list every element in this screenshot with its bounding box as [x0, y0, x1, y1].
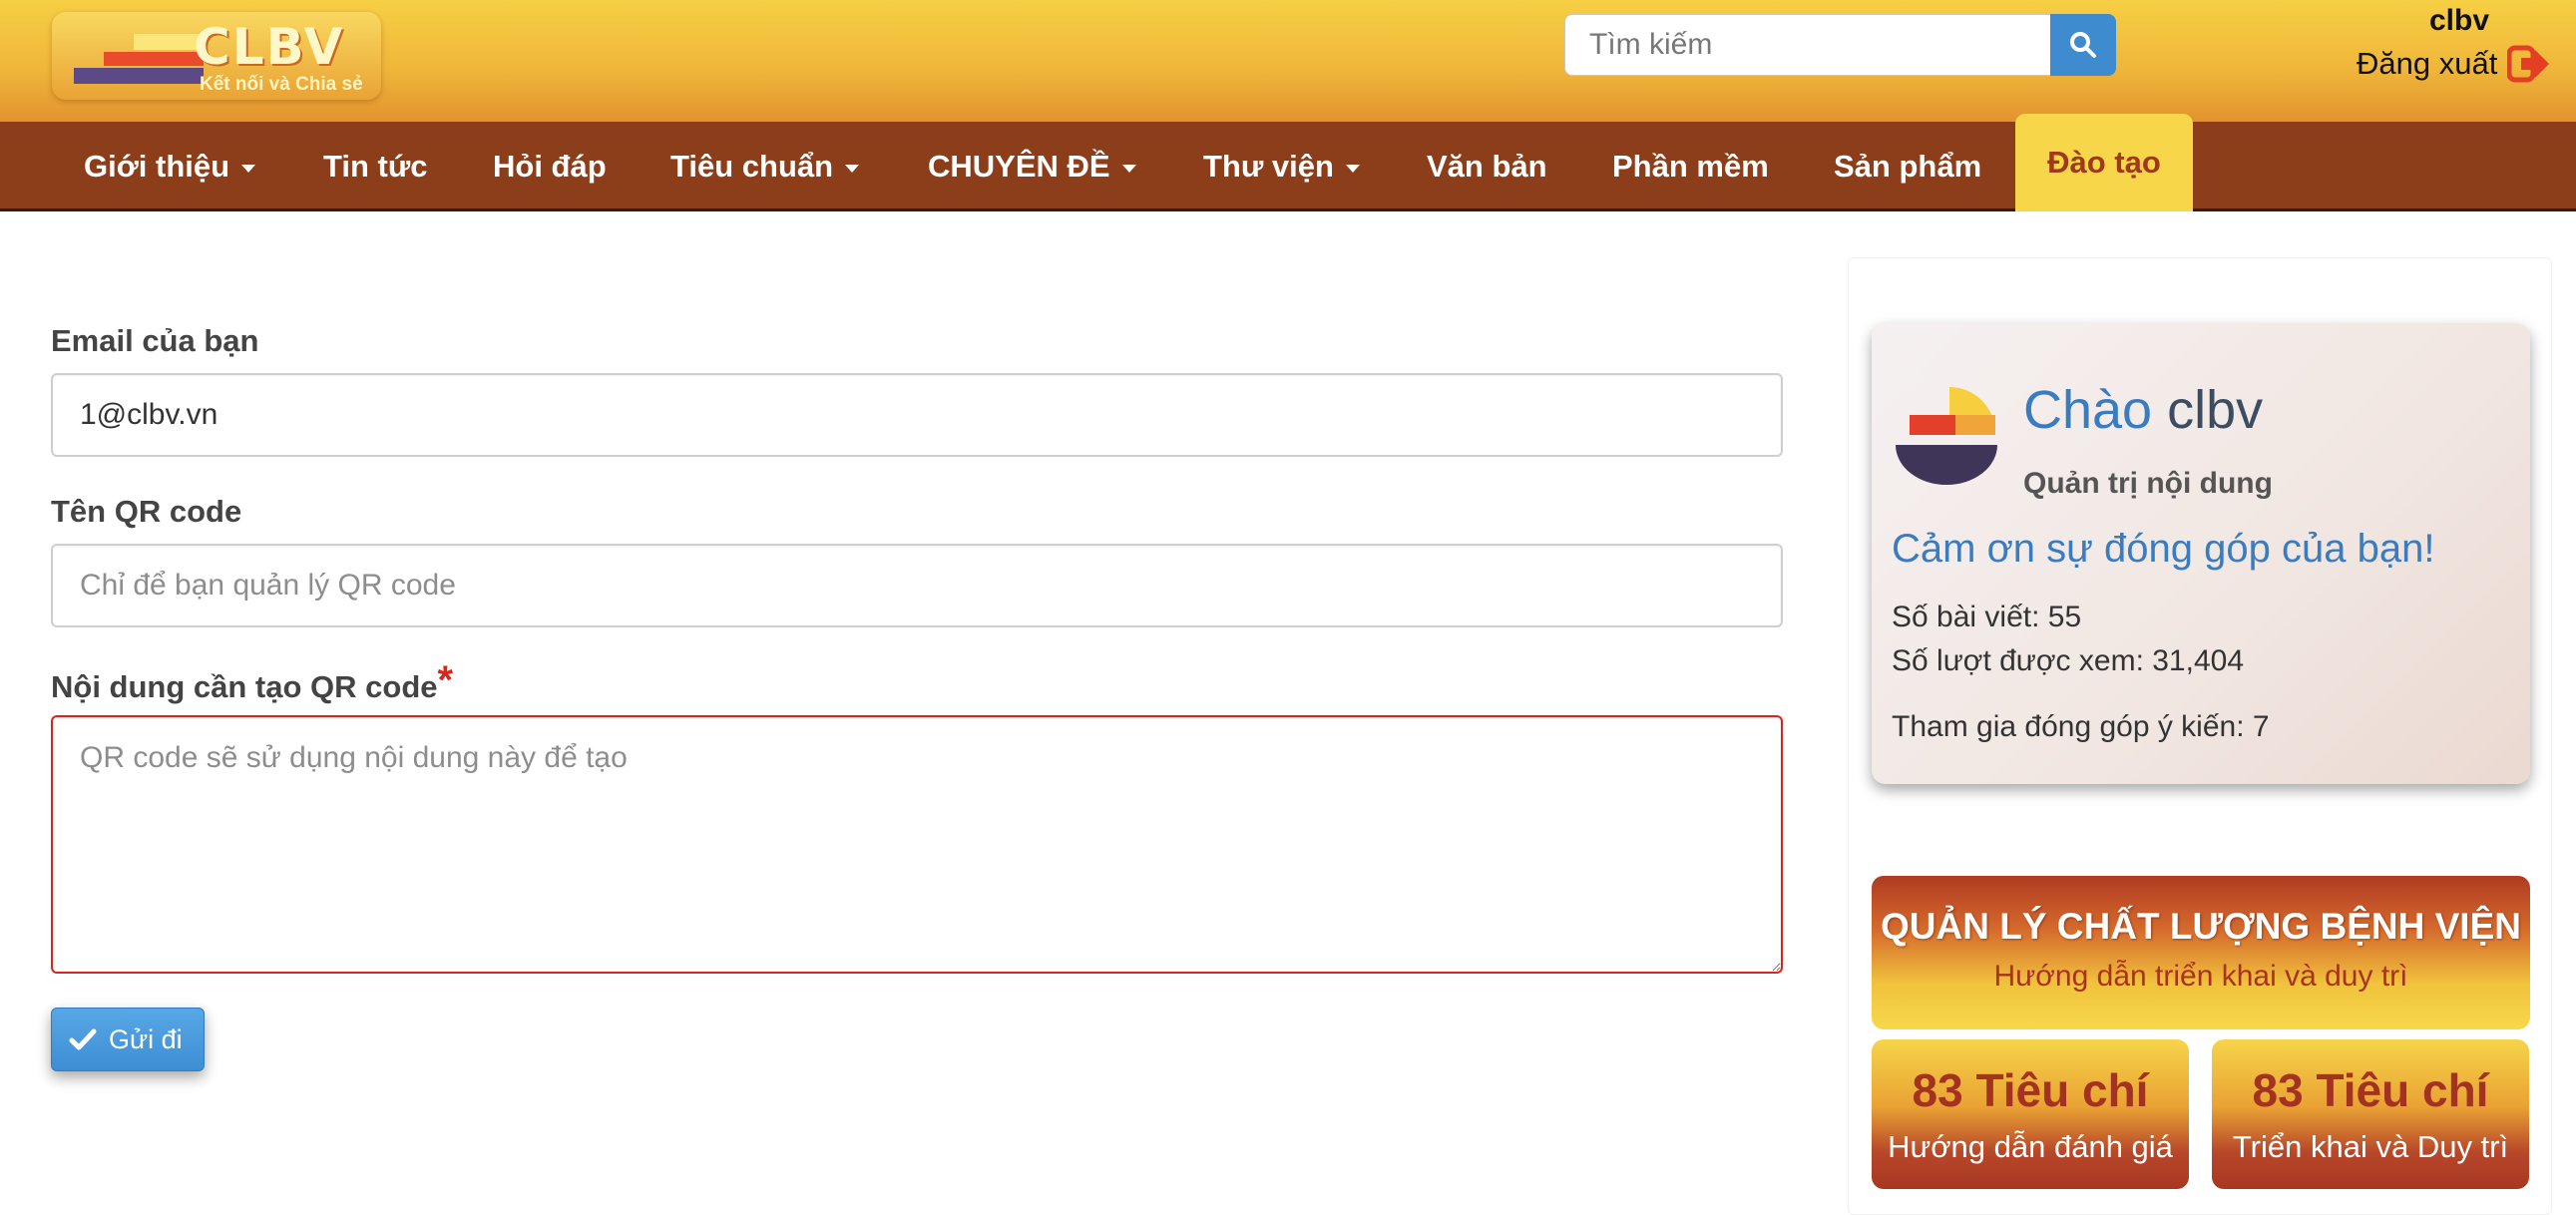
nav-item-label: Giới thiệu	[84, 149, 230, 184]
submit-button[interactable]: Gửi đi	[51, 1008, 205, 1071]
site-logo[interactable]: CLBV Kết nối và Chia sẻ	[52, 12, 381, 100]
nav-item-hoi-dap[interactable]: Hỏi đáp	[493, 122, 607, 211]
nav-item-label: Văn bản	[1427, 149, 1547, 184]
email-field[interactable]	[51, 373, 1783, 457]
avatar	[1896, 387, 1997, 485]
search-box	[1564, 14, 2116, 76]
feedback-count: Tham gia đóng góp ý kiến: 7	[1892, 710, 2270, 743]
check-icon	[69, 1028, 97, 1050]
nav-item-thu-vien[interactable]: Thư viện	[1203, 122, 1360, 211]
card-subtitle: Hướng dẫn đánh giá	[1888, 1129, 2173, 1164]
search-input[interactable]	[1564, 14, 2050, 76]
search-icon	[2070, 32, 2096, 58]
logo-slogan: Kết nối và Chia sẻ	[200, 74, 363, 95]
quality-banner[interactable]: QUẢN LÝ CHẤT LƯỢNG BỆNH VIỆN Hướng dẫn t…	[1872, 876, 2530, 1029]
nav-item-label: Thư viện	[1203, 149, 1334, 184]
nav-item-dao-tao[interactable]: Đào tạo	[2015, 114, 2193, 211]
logout-link[interactable]: Đăng xuất	[2357, 44, 2551, 84]
qr-name-label: Tên QR code	[51, 494, 242, 529]
nav-item-gioi-thieu[interactable]: Giới thiệu	[84, 122, 256, 211]
caret-down-icon	[1345, 165, 1360, 173]
logout-label: Đăng xuất	[2357, 46, 2498, 81]
nav-item-van-ban[interactable]: Văn bản	[1427, 122, 1547, 211]
post-count: Số bài viết: 55	[1892, 601, 2082, 633]
nav-item-label: Phần mềm	[1612, 149, 1769, 184]
criteria-card-evaluate[interactable]: 83 Tiêu chí Hướng dẫn đánh giá	[1872, 1039, 2189, 1189]
submit-label: Gửi đi	[109, 1023, 183, 1054]
email-label: Email của bạn	[51, 323, 259, 358]
caret-down-icon	[1121, 165, 1136, 173]
nav-item-tin-tuc[interactable]: Tin tức	[323, 122, 428, 211]
nav-item-label: Tiêu chuẩn	[670, 149, 834, 184]
banner-subtitle: Hướng dẫn triển khai và duy trì	[1993, 960, 2408, 993]
card-title: 83 Tiêu chí	[2252, 1064, 2489, 1116]
nav-item-tieu-chuan[interactable]: Tiêu chuẩn	[670, 122, 860, 211]
card-title: 83 Tiêu chí	[1912, 1064, 2149, 1116]
nav-item-label: CHUYÊN ĐỀ	[928, 149, 1110, 184]
card-subtitle: Triển khai và Duy trì	[2232, 1129, 2509, 1164]
nav-item-san-pham[interactable]: Sản phẩm	[1834, 122, 1981, 211]
required-mark: *	[437, 658, 454, 702]
qr-content-field[interactable]	[51, 715, 1783, 974]
caret-down-icon	[241, 165, 256, 173]
logout-icon	[2507, 45, 2550, 83]
caret-down-icon	[845, 165, 860, 173]
criteria-card-maintain[interactable]: 83 Tiêu chí Triển khai và Duy trì	[2212, 1039, 2529, 1189]
thanks-message: Cảm ơn sự đóng góp của bạn!	[1892, 527, 2435, 571]
nav-item-label: Tin tức	[323, 149, 428, 184]
qr-name-field[interactable]	[51, 544, 1783, 627]
nav-item-chuyen-de[interactable]: CHUYÊN ĐỀ	[928, 122, 1136, 211]
qr-content-label-text: Nội dung cần tạo QR code	[51, 669, 438, 704]
user-name: clbv	[2428, 4, 2490, 37]
logo-text: CLBV	[194, 18, 345, 76]
user-role: Quản trị nội dung	[2023, 467, 2273, 500]
welcome-heading: Chào clbv	[2023, 379, 2263, 441]
view-count: Số lượt được xem: 31,404	[1892, 644, 2244, 677]
search-button[interactable]	[2050, 14, 2116, 76]
nav-item-label: Sản phẩm	[1834, 149, 1982, 184]
welcome-card: Chào clbv Quản trị nội dung Cảm ơn sự đó…	[1872, 323, 2530, 784]
welcome-word: Chào	[2023, 380, 2153, 440]
top-header: CLBV Kết nối và Chia sẻ clbv Đăng xuất	[0, 0, 2576, 122]
nav-item-label: Hỏi đáp	[493, 149, 607, 184]
nav-item-phan-mem[interactable]: Phần mềm	[1612, 122, 1769, 211]
welcome-name: clbv	[2167, 380, 2264, 440]
qr-content-label: Nội dung cần tạo QR code*	[51, 658, 453, 707]
banner-title: QUẢN LÝ CHẤT LƯỢNG BỆNH VIỆN	[1881, 906, 2521, 947]
